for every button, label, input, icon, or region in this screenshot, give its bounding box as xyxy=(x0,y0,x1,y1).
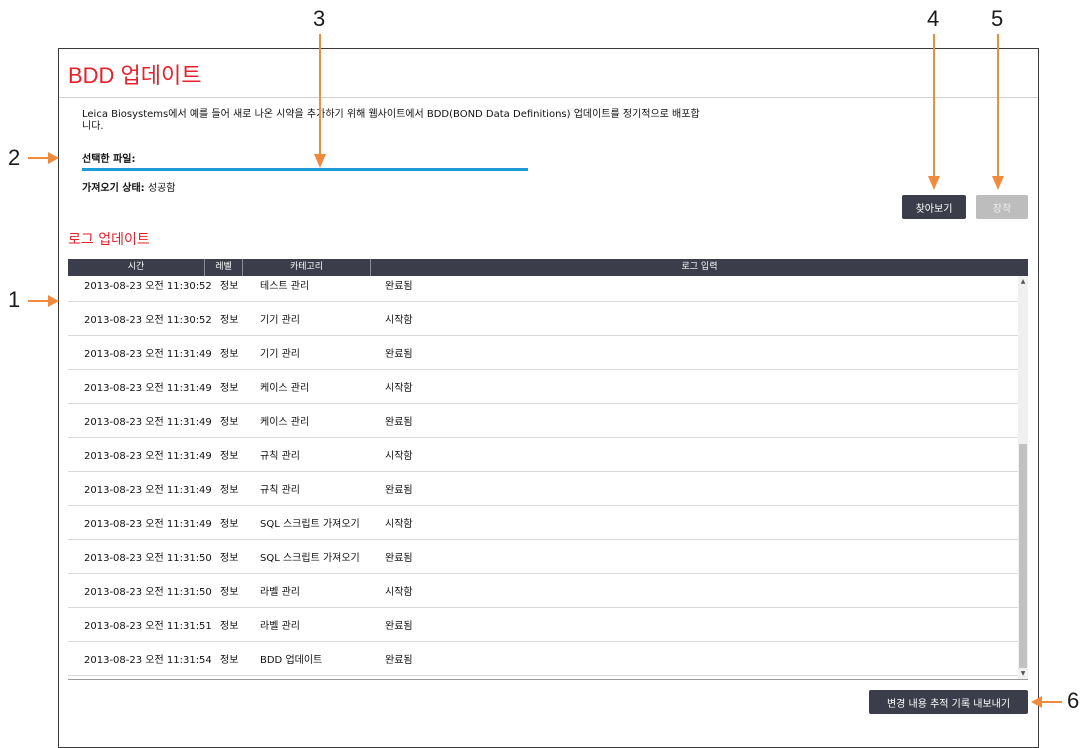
cell-time: 2013-08-23 오전 11:31:49 xyxy=(84,485,212,496)
cell-level: 정보 xyxy=(220,485,239,496)
cell-level: 정보 xyxy=(220,417,239,428)
cell-category: SQL 스크립트 가져오기 xyxy=(260,519,360,530)
cell-time: 2013-08-23 오전 11:30:52 xyxy=(84,281,212,292)
cell-time: 2013-08-23 오전 11:31:49 xyxy=(84,383,212,394)
log-section-title: 로그 업데이트 xyxy=(68,232,150,248)
cell-level: 정보 xyxy=(220,553,239,564)
table-row[interactable]: 2013-08-23 오전 11:31:49 정보 규칙 관리 시작함 xyxy=(68,438,1018,472)
cell-log-entry: 완료됨 xyxy=(385,655,413,666)
table-row[interactable]: 2013-08-23 오전 11:31:49 정보 케이스 관리 시작함 xyxy=(68,370,1018,404)
callout-3-arrow-icon xyxy=(314,34,326,168)
cell-time: 2013-08-23 오전 11:31:49 xyxy=(84,519,212,530)
cell-category: 라벨 관리 xyxy=(260,587,300,598)
table-row[interactable]: 2013-08-23 오전 11:31:49 정보 SQL 스크립트 가져오기 … xyxy=(68,506,1018,540)
log-table-header: 시간 레벨 카테고리 로그 입력 xyxy=(68,259,1028,276)
cell-log-entry: 시작함 xyxy=(385,519,413,530)
cell-log-entry: 시작함 xyxy=(385,587,413,598)
cell-category: 기기 관리 xyxy=(260,315,300,326)
cell-category: 케이스 관리 xyxy=(260,383,310,394)
table-row[interactable]: 2013-08-23 오전 11:31:50 정보 SQL 스크립트 가져오기 … xyxy=(68,540,1018,574)
cell-level: 정보 xyxy=(220,383,239,394)
callout-3-number: 3 xyxy=(313,6,326,31)
selected-file-label: 선택한 파일: xyxy=(82,154,136,165)
title-divider xyxy=(59,97,1038,98)
log-scrollbar[interactable]: ▲ ▼ xyxy=(1018,276,1028,680)
import-status-value: 성공함 xyxy=(147,183,176,194)
cell-log-entry: 완료됨 xyxy=(385,553,413,564)
table-row[interactable]: 2013-08-23 오전 11:30:52 정보 기기 관리 시작함 xyxy=(68,302,1018,336)
cell-level: 정보 xyxy=(220,519,239,530)
table-row[interactable]: 2013-08-23 오전 11:31:49 정보 규칙 관리 완료됨 xyxy=(68,472,1018,506)
callout-6-number: 6 xyxy=(1067,688,1080,713)
callout-4-arrow-icon xyxy=(928,34,940,190)
table-row[interactable]: 2013-08-23 오전 11:30:52 정보 테스트 관리 완료됨 xyxy=(68,276,1018,302)
callout-4-number: 4 xyxy=(927,6,940,31)
scroll-up-icon[interactable]: ▲ xyxy=(1019,278,1027,286)
cell-time: 2013-08-23 오전 11:31:49 xyxy=(84,417,212,428)
cell-log-entry: 완료됨 xyxy=(385,621,413,632)
cell-level: 정보 xyxy=(220,587,239,598)
column-header-log-entry[interactable]: 로그 입력 xyxy=(371,259,1028,276)
cell-time: 2013-08-23 오전 11:31:49 xyxy=(84,349,212,360)
cell-log-entry: 시작함 xyxy=(385,315,413,326)
callout-1-arrow-icon xyxy=(28,295,59,307)
cell-level: 정보 xyxy=(220,349,239,360)
table-row[interactable]: 2013-08-23 오전 11:31:49 정보 기기 관리 완료됨 xyxy=(68,336,1018,370)
cell-level: 정보 xyxy=(220,655,239,666)
cell-level: 정보 xyxy=(220,315,239,326)
import-status: 가져오기 상태: 성공함 xyxy=(82,179,175,194)
table-bottom-divider xyxy=(68,679,1028,680)
callout-1-number: 1 xyxy=(8,287,21,312)
page-title: BDD 업데이트 xyxy=(68,63,202,88)
cell-time: 2013-08-23 오전 11:31:54 xyxy=(84,655,212,666)
callout-2-arrow-icon xyxy=(28,152,59,164)
table-row[interactable]: 2013-08-23 오전 11:31:54 정보 BDD 업데이트 완료됨 xyxy=(68,642,1018,676)
table-row[interactable]: 2013-08-23 오전 11:31:49 정보 케이스 관리 완료됨 xyxy=(68,404,1018,438)
file-progress-bar xyxy=(82,168,528,171)
cell-category: SQL 스크립트 가져오기 xyxy=(260,553,360,564)
scrollbar-thumb[interactable] xyxy=(1019,444,1027,668)
description-text: Leica Biosystems에서 예를 들어 새로 나온 시약을 추가하기 … xyxy=(82,109,700,132)
import-button[interactable]: 장착 xyxy=(976,195,1028,219)
table-row[interactable]: 2013-08-23 오전 11:31:51 정보 라벨 관리 완료됨 xyxy=(68,608,1018,642)
cell-level: 정보 xyxy=(220,281,239,292)
cell-time: 2013-08-23 오전 11:31:51 xyxy=(84,621,212,632)
cell-level: 정보 xyxy=(220,621,239,632)
cell-category: 규칙 관리 xyxy=(260,451,300,462)
browse-button[interactable]: 찾아보기 xyxy=(902,195,966,219)
cell-time: 2013-08-23 오전 11:30:52 xyxy=(84,315,212,326)
cell-category: 규칙 관리 xyxy=(260,485,300,496)
cell-time: 2013-08-23 오전 11:31:50 xyxy=(84,587,212,598)
cell-category: 케이스 관리 xyxy=(260,417,310,428)
cell-category: 테스트 관리 xyxy=(260,281,310,292)
export-audit-trail-button[interactable]: 변경 내용 추적 기록 내보내기 xyxy=(869,690,1028,714)
column-header-time[interactable]: 시간 xyxy=(68,259,205,276)
cell-category: 기기 관리 xyxy=(260,349,300,360)
table-row[interactable]: 2013-08-23 오전 11:31:50 정보 라벨 관리 시작함 xyxy=(68,574,1018,608)
column-header-level[interactable]: 레벨 xyxy=(205,259,243,276)
import-status-label: 가져오기 상태: xyxy=(82,183,145,194)
cell-level: 정보 xyxy=(220,451,239,462)
cell-category: 라벨 관리 xyxy=(260,621,300,632)
cell-log-entry: 시작함 xyxy=(385,383,413,394)
callout-5-arrow-icon xyxy=(992,34,1004,190)
column-header-category[interactable]: 카테고리 xyxy=(243,259,371,276)
log-table-body[interactable]: 2013-08-23 오전 11:30:52 정보 테스트 관리 완료됨 201… xyxy=(68,276,1018,680)
callout-2-number: 2 xyxy=(8,145,21,170)
cell-log-entry: 완료됨 xyxy=(385,485,413,496)
callout-6-arrow-icon xyxy=(1031,696,1062,708)
cell-time: 2013-08-23 오전 11:31:50 xyxy=(84,553,212,564)
cell-log-entry: 완료됨 xyxy=(385,281,413,292)
cell-log-entry: 시작함 xyxy=(385,451,413,462)
scroll-down-icon[interactable]: ▼ xyxy=(1019,670,1027,678)
callout-5-number: 5 xyxy=(991,6,1004,31)
cell-time: 2013-08-23 오전 11:31:49 xyxy=(84,451,212,462)
cell-log-entry: 완료됨 xyxy=(385,349,413,360)
cell-log-entry: 완료됨 xyxy=(385,417,413,428)
cell-category: BDD 업데이트 xyxy=(260,655,323,666)
